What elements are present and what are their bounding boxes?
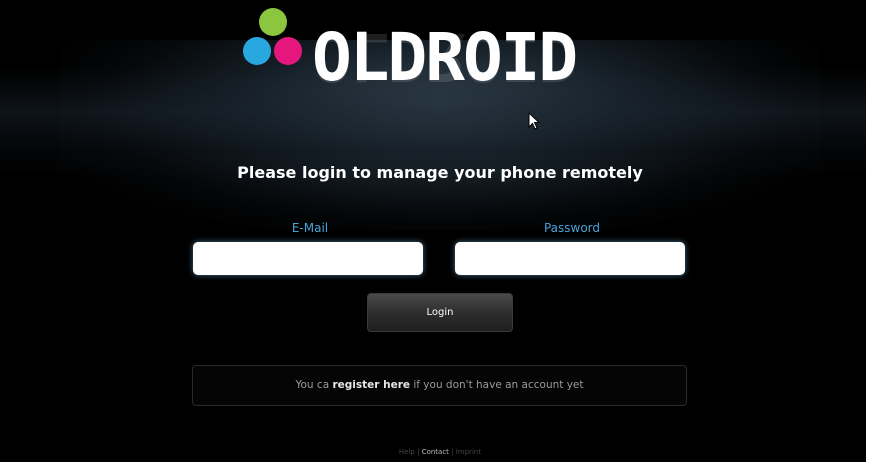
footer-separator: | [414,448,422,456]
register-suffix-text: if you don't have an account yet [410,379,584,391]
login-screen: OLDROID OLDROID Please login to manage y… [0,0,866,462]
password-label: Password [543,221,601,235]
register-link[interactable]: register here [332,379,410,391]
email-label: E-Mail [291,221,329,235]
logo-pink-dot [274,37,302,65]
logo-green-dot [259,8,287,36]
footer-help-link[interactable]: Help [399,448,415,456]
login-button[interactable]: Login [367,293,513,332]
mouse-cursor-icon [528,112,540,130]
register-box: You ca register here if you don't have a… [192,365,687,406]
logo-blue-dot [243,37,271,65]
password-input[interactable] [455,242,685,275]
oldroid-logo: OLDROID OLDROID [238,4,578,104]
logo-reflection: OLDROID [312,18,577,95]
footer-imprint-link[interactable]: Imprint [456,448,481,456]
page-headline: Please login to manage your phone remote… [237,163,643,182]
footer-separator: | [448,448,456,456]
register-prefix-text: You ca [295,379,333,391]
email-input[interactable] [193,242,423,275]
footer-contact-link[interactable]: Contact [422,448,449,456]
footer-links: Help | Contact | Imprint [0,446,866,458]
